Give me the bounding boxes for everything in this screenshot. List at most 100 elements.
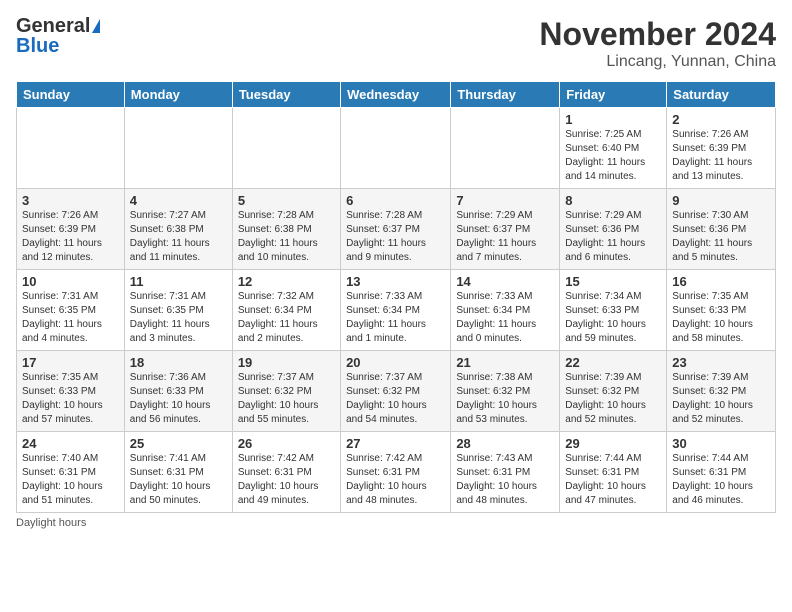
day-number: 11 [130, 274, 227, 289]
calendar-cell: 20Sunrise: 7:37 AM Sunset: 6:32 PM Dayli… [341, 351, 451, 432]
calendar-title: November 2024 [539, 16, 776, 53]
day-info: Sunrise: 7:30 AM Sunset: 6:36 PM Dayligh… [672, 209, 770, 265]
calendar-page: General Blue November 2024 Lincang, Yunn… [0, 0, 792, 539]
day-info: Sunrise: 7:42 AM Sunset: 6:31 PM Dayligh… [238, 452, 335, 508]
logo-triangle-icon [92, 19, 100, 33]
day-number: 14 [456, 274, 554, 289]
calendar-cell: 23Sunrise: 7:39 AM Sunset: 6:32 PM Dayli… [667, 351, 776, 432]
footer-label: Daylight hours [16, 517, 86, 529]
calendar-cell [124, 108, 232, 189]
calendar-subtitle: Lincang, Yunnan, China [539, 53, 776, 71]
calendar-day-header: Sunday [17, 82, 125, 108]
day-number: 29 [565, 436, 661, 451]
calendar-cell: 27Sunrise: 7:42 AM Sunset: 6:31 PM Dayli… [341, 432, 451, 513]
day-number: 6 [346, 193, 445, 208]
logo: General Blue [16, 16, 100, 56]
calendar-week-row: 10Sunrise: 7:31 AM Sunset: 6:35 PM Dayli… [17, 270, 776, 351]
calendar-cell: 14Sunrise: 7:33 AM Sunset: 6:34 PM Dayli… [451, 270, 560, 351]
calendar-cell: 21Sunrise: 7:38 AM Sunset: 6:32 PM Dayli… [451, 351, 560, 432]
day-number: 23 [672, 355, 770, 370]
day-info: Sunrise: 7:28 AM Sunset: 6:38 PM Dayligh… [238, 209, 335, 265]
calendar-table: SundayMondayTuesdayWednesdayThursdayFrid… [16, 81, 776, 513]
calendar-cell: 2Sunrise: 7:26 AM Sunset: 6:39 PM Daylig… [667, 108, 776, 189]
calendar-day-header: Thursday [451, 82, 560, 108]
calendar-cell: 4Sunrise: 7:27 AM Sunset: 6:38 PM Daylig… [124, 189, 232, 270]
day-info: Sunrise: 7:37 AM Sunset: 6:32 PM Dayligh… [238, 371, 335, 427]
day-number: 19 [238, 355, 335, 370]
calendar-cell: 12Sunrise: 7:32 AM Sunset: 6:34 PM Dayli… [232, 270, 340, 351]
day-number: 21 [456, 355, 554, 370]
day-info: Sunrise: 7:32 AM Sunset: 6:34 PM Dayligh… [238, 290, 335, 346]
day-info: Sunrise: 7:27 AM Sunset: 6:38 PM Dayligh… [130, 209, 227, 265]
day-info: Sunrise: 7:31 AM Sunset: 6:35 PM Dayligh… [130, 290, 227, 346]
header: General Blue November 2024 Lincang, Yunn… [16, 16, 776, 71]
calendar-header-row: SundayMondayTuesdayWednesdayThursdayFrid… [17, 82, 776, 108]
calendar-cell: 22Sunrise: 7:39 AM Sunset: 6:32 PM Dayli… [560, 351, 667, 432]
calendar-week-row: 3Sunrise: 7:26 AM Sunset: 6:39 PM Daylig… [17, 189, 776, 270]
day-number: 5 [238, 193, 335, 208]
day-number: 24 [22, 436, 119, 451]
day-info: Sunrise: 7:43 AM Sunset: 6:31 PM Dayligh… [456, 452, 554, 508]
day-info: Sunrise: 7:44 AM Sunset: 6:31 PM Dayligh… [672, 452, 770, 508]
day-number: 17 [22, 355, 119, 370]
calendar-cell: 19Sunrise: 7:37 AM Sunset: 6:32 PM Dayli… [232, 351, 340, 432]
calendar-cell [451, 108, 560, 189]
day-number: 1 [565, 112, 661, 127]
title-block: November 2024 Lincang, Yunnan, China [539, 16, 776, 71]
logo-general-text: General [16, 16, 90, 36]
calendar-cell [17, 108, 125, 189]
calendar-cell: 9Sunrise: 7:30 AM Sunset: 6:36 PM Daylig… [667, 189, 776, 270]
day-info: Sunrise: 7:26 AM Sunset: 6:39 PM Dayligh… [672, 128, 770, 184]
day-info: Sunrise: 7:29 AM Sunset: 6:37 PM Dayligh… [456, 209, 554, 265]
calendar-cell: 1Sunrise: 7:25 AM Sunset: 6:40 PM Daylig… [560, 108, 667, 189]
day-number: 9 [672, 193, 770, 208]
day-info: Sunrise: 7:35 AM Sunset: 6:33 PM Dayligh… [672, 290, 770, 346]
calendar-cell: 11Sunrise: 7:31 AM Sunset: 6:35 PM Dayli… [124, 270, 232, 351]
calendar-cell: 24Sunrise: 7:40 AM Sunset: 6:31 PM Dayli… [17, 432, 125, 513]
day-number: 2 [672, 112, 770, 127]
calendar-cell: 25Sunrise: 7:41 AM Sunset: 6:31 PM Dayli… [124, 432, 232, 513]
calendar-cell: 13Sunrise: 7:33 AM Sunset: 6:34 PM Dayli… [341, 270, 451, 351]
day-number: 20 [346, 355, 445, 370]
day-number: 22 [565, 355, 661, 370]
day-number: 10 [22, 274, 119, 289]
day-info: Sunrise: 7:33 AM Sunset: 6:34 PM Dayligh… [346, 290, 445, 346]
day-number: 25 [130, 436, 227, 451]
day-number: 26 [238, 436, 335, 451]
day-info: Sunrise: 7:25 AM Sunset: 6:40 PM Dayligh… [565, 128, 661, 184]
calendar-cell: 15Sunrise: 7:34 AM Sunset: 6:33 PM Dayli… [560, 270, 667, 351]
calendar-day-header: Tuesday [232, 82, 340, 108]
calendar-week-row: 17Sunrise: 7:35 AM Sunset: 6:33 PM Dayli… [17, 351, 776, 432]
calendar-cell: 16Sunrise: 7:35 AM Sunset: 6:33 PM Dayli… [667, 270, 776, 351]
day-info: Sunrise: 7:37 AM Sunset: 6:32 PM Dayligh… [346, 371, 445, 427]
calendar-footer: Daylight hours [16, 517, 776, 529]
day-info: Sunrise: 7:42 AM Sunset: 6:31 PM Dayligh… [346, 452, 445, 508]
logo-blue-text: Blue [16, 36, 59, 56]
calendar-cell [341, 108, 451, 189]
calendar-week-row: 1Sunrise: 7:25 AM Sunset: 6:40 PM Daylig… [17, 108, 776, 189]
day-info: Sunrise: 7:31 AM Sunset: 6:35 PM Dayligh… [22, 290, 119, 346]
calendar-cell: 5Sunrise: 7:28 AM Sunset: 6:38 PM Daylig… [232, 189, 340, 270]
calendar-cell: 28Sunrise: 7:43 AM Sunset: 6:31 PM Dayli… [451, 432, 560, 513]
calendar-cell: 26Sunrise: 7:42 AM Sunset: 6:31 PM Dayli… [232, 432, 340, 513]
calendar-week-row: 24Sunrise: 7:40 AM Sunset: 6:31 PM Dayli… [17, 432, 776, 513]
day-info: Sunrise: 7:34 AM Sunset: 6:33 PM Dayligh… [565, 290, 661, 346]
day-number: 8 [565, 193, 661, 208]
calendar-cell [232, 108, 340, 189]
day-number: 15 [565, 274, 661, 289]
day-info: Sunrise: 7:44 AM Sunset: 6:31 PM Dayligh… [565, 452, 661, 508]
day-number: 3 [22, 193, 119, 208]
day-info: Sunrise: 7:35 AM Sunset: 6:33 PM Dayligh… [22, 371, 119, 427]
day-info: Sunrise: 7:39 AM Sunset: 6:32 PM Dayligh… [565, 371, 661, 427]
day-number: 16 [672, 274, 770, 289]
day-number: 18 [130, 355, 227, 370]
day-info: Sunrise: 7:33 AM Sunset: 6:34 PM Dayligh… [456, 290, 554, 346]
calendar-day-header: Wednesday [341, 82, 451, 108]
calendar-cell: 18Sunrise: 7:36 AM Sunset: 6:33 PM Dayli… [124, 351, 232, 432]
calendar-cell: 10Sunrise: 7:31 AM Sunset: 6:35 PM Dayli… [17, 270, 125, 351]
day-number: 4 [130, 193, 227, 208]
calendar-cell: 3Sunrise: 7:26 AM Sunset: 6:39 PM Daylig… [17, 189, 125, 270]
calendar-day-header: Saturday [667, 82, 776, 108]
day-info: Sunrise: 7:26 AM Sunset: 6:39 PM Dayligh… [22, 209, 119, 265]
day-info: Sunrise: 7:28 AM Sunset: 6:37 PM Dayligh… [346, 209, 445, 265]
